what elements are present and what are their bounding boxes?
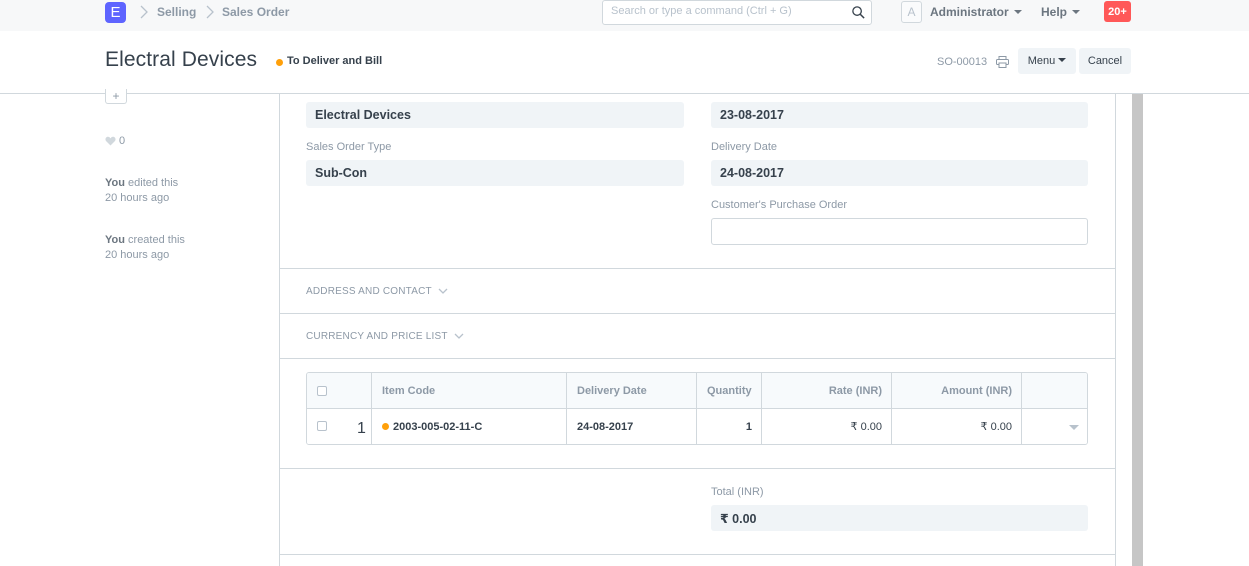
help-label: Help [1041, 5, 1068, 19]
menu-button[interactable]: Menu [1018, 48, 1076, 74]
row-index: 1 [357, 420, 366, 437]
cell-rate[interactable]: ₹ 0.00 [761, 409, 892, 444]
column-header-item-code: Item Code [371, 373, 571, 408]
section-divider [279, 554, 1116, 555]
breadcrumb-sales-order[interactable]: Sales Order [222, 5, 289, 19]
activity-user: You [105, 234, 125, 246]
status-indicator [276, 59, 283, 66]
user-menu[interactable]: Administrator [930, 5, 1022, 19]
purchase-order-field[interactable] [711, 218, 1088, 245]
cancel-button[interactable]: Cancel [1079, 48, 1131, 74]
help-menu[interactable]: Help [1041, 5, 1081, 19]
section-title: ADDRESS AND CONTACT [306, 286, 432, 297]
delivery-date-label: Delivery Date [711, 141, 778, 153]
search-input[interactable] [611, 5, 846, 17]
user-name: Administrator [930, 5, 1009, 19]
select-all-checkbox[interactable] [317, 386, 327, 396]
like-count: 0 [119, 135, 126, 147]
activity-item: You edited this 20 hours ago [105, 176, 178, 206]
chevron-down-icon [454, 333, 464, 339]
chevron-down-icon [438, 288, 448, 294]
notifications-badge[interactable]: 20+ [1104, 1, 1131, 22]
items-table-header: Item Code Delivery Date Quantity Rate (I… [307, 373, 1087, 409]
customer-name-field[interactable]: Electral Devices [306, 102, 684, 128]
row-edit-caret-icon[interactable] [1069, 425, 1079, 430]
total-label: Total (INR) [711, 486, 764, 498]
cell-delivery-date[interactable]: 24-08-2017 [566, 409, 697, 444]
page-title: Electral Devices [105, 48, 258, 71]
column-header-rate: Rate (INR) [761, 373, 892, 408]
section-currency-price-list[interactable]: CURRENCY AND PRICE LIST [306, 331, 464, 342]
column-header-actions [1021, 373, 1087, 408]
section-divider [279, 268, 1116, 269]
activity-time: 20 hours ago [105, 192, 170, 204]
caret-down-icon [1072, 9, 1081, 14]
search-icon[interactable] [851, 5, 866, 20]
section-title: CURRENCY AND PRICE LIST [306, 331, 448, 342]
item-code-value: 2003-005-02-11-C [393, 420, 483, 433]
section-address-contact[interactable]: ADDRESS AND CONTACT [306, 286, 448, 297]
heart-icon[interactable] [105, 136, 116, 146]
app-logo[interactable]: E [105, 2, 126, 23]
table-row[interactable]: 1 2003-005-02-11-C 24-08-2017 1 ₹ 0.00 ₹… [307, 409, 1087, 444]
document-name: SO-00013 [937, 56, 988, 68]
activity-user: You [105, 177, 125, 189]
section-divider [279, 313, 1116, 314]
column-header-delivery-date: Delivery Date [566, 373, 697, 408]
delivery-date-field[interactable]: 24-08-2017 [711, 160, 1088, 186]
row-checkbox[interactable] [317, 421, 327, 431]
scrollbar[interactable] [1132, 94, 1143, 566]
add-attachment-button[interactable]: + [105, 89, 127, 104]
like-counter[interactable]: 0 [105, 135, 125, 147]
purchase-order-label: Customer's Purchase Order [711, 199, 847, 211]
activity-action: created this [124, 234, 185, 246]
section-divider [279, 358, 1116, 359]
awesome-bar [602, 0, 872, 25]
caret-down-icon [1058, 58, 1067, 62]
order-type-field[interactable]: Sub-Con [306, 160, 684, 186]
page-head: Electral Devices To Deliver and Bill SO-… [0, 31, 1249, 94]
print-icon[interactable] [996, 56, 1009, 68]
cell-quantity[interactable]: 1 [696, 409, 762, 444]
total-field: ₹ 0.00 [711, 505, 1088, 531]
section-divider [279, 468, 1116, 469]
cell-amount[interactable]: ₹ 0.00 [891, 409, 1022, 444]
activity-action: edited this [124, 177, 179, 189]
order-type-label: Sales Order Type [306, 141, 392, 153]
status-label: To Deliver and Bill [287, 55, 383, 67]
items-table: Item Code Delivery Date Quantity Rate (I… [306, 372, 1088, 445]
avatar[interactable]: A [901, 1, 922, 23]
item-status-indicator [382, 423, 389, 430]
activity-time: 20 hours ago [105, 249, 170, 261]
caret-down-icon [1013, 9, 1022, 14]
breadcrumb-selling[interactable]: Selling [157, 5, 196, 19]
chevron-right-icon [140, 5, 148, 19]
activity-item: You created this 20 hours ago [105, 233, 185, 263]
cell-item-code[interactable]: 2003-005-02-11-C [371, 409, 571, 444]
transaction-date-field[interactable]: 23-08-2017 [711, 102, 1088, 128]
column-header-quantity: Quantity [696, 373, 762, 408]
chevron-right-icon [206, 5, 214, 19]
column-header-amount: Amount (INR) [891, 373, 1022, 408]
menu-button-label: Menu [1027, 55, 1056, 67]
top-navbar: E Selling Sales Order A Administrator He… [0, 0, 1249, 31]
